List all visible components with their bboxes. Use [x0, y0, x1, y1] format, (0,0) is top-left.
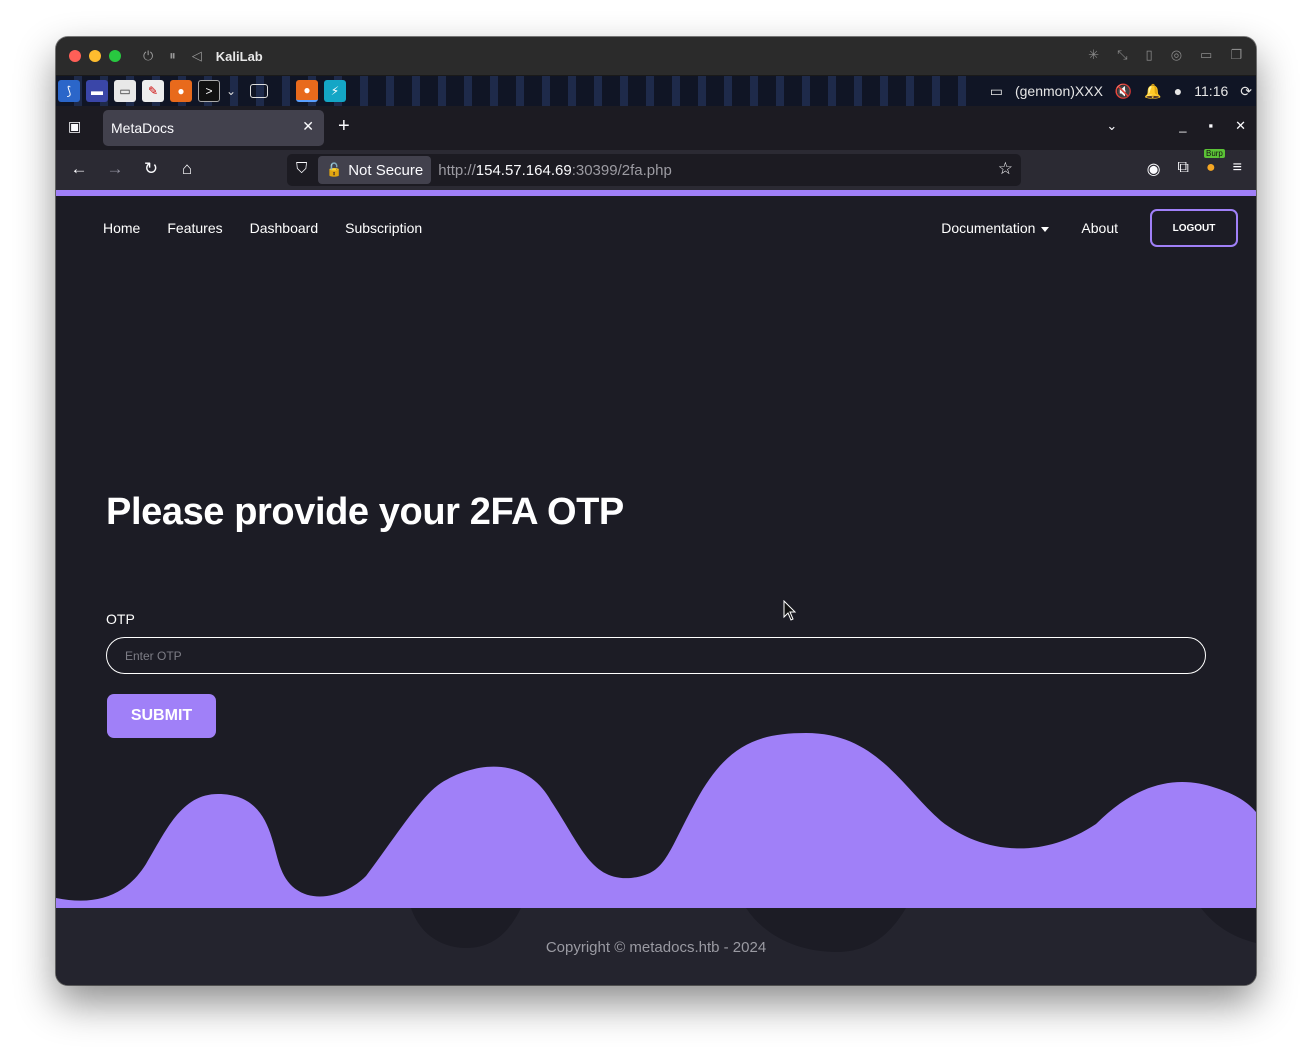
copyright-text: Copyright © metadocs.htb - 2024	[545, 939, 767, 956]
kali-top-panel: ⟆ ▬ ▭ ✎ ● > ⌄ ● ⚡ ▭ (genmon)XXX 🔇 🔔 ● 11…	[56, 76, 1256, 106]
kali-menu-icon[interactable]: ⟆	[58, 80, 80, 102]
url-bar[interactable]: ⛉ 🔓 Not Secure http://154.57.164.69:3039…	[287, 154, 1021, 186]
nav-documentation-label: Documentation	[941, 220, 1036, 236]
spinner-icon[interactable]: ✳	[1088, 47, 1099, 63]
close-browser-icon[interactable]: ✕	[1235, 118, 1246, 134]
mac-title-bar: ⏻ ⏸ ◁ KaliLab ✳ ⤡ ▯ ◎ ▭ ❐	[56, 37, 1256, 76]
clock[interactable]: 11:16	[1194, 83, 1228, 99]
burp-task-icon[interactable]: ⚡	[324, 80, 346, 102]
nav-toolbar: ← → ↻ ⌂ ⛉ 🔓 Not Secure http://154.57.164…	[56, 149, 1256, 190]
caret-down-icon	[1041, 226, 1050, 232]
nav-home[interactable]: Home	[103, 220, 140, 236]
site-nav-right: Documentation About LOGOUT	[941, 209, 1238, 247]
nav-features[interactable]: Features	[167, 220, 222, 236]
logout-button[interactable]: LOGOUT	[1150, 209, 1238, 247]
chevron-down-icon[interactable]: ⌄	[226, 80, 236, 102]
extensions-icon[interactable]: ⧉	[1178, 159, 1189, 179]
back-icon[interactable]: ◁	[192, 48, 202, 64]
page-title: Please provide your 2FA OTP	[106, 491, 624, 533]
menu-icon[interactable]: ≡	[1233, 159, 1242, 179]
window-controls	[69, 50, 121, 62]
url-text[interactable]: http://154.57.164.69:30399/2fa.php	[438, 162, 672, 179]
reload-button[interactable]: ↻	[140, 159, 162, 179]
shield-icon[interactable]: ⛉	[296, 160, 307, 177]
otp-input[interactable]	[106, 637, 1206, 674]
refresh-icon[interactable]: ⟳	[1240, 83, 1252, 100]
new-tab-button[interactable]: +	[338, 115, 350, 138]
maximize-icon[interactable]: ▪	[1208, 118, 1213, 134]
forward-button[interactable]: →	[104, 159, 126, 179]
window-buttons: ⌄ _ ▪ ✕	[1106, 118, 1246, 134]
burp-badge: Burp	[1203, 149, 1225, 158]
bell-icon[interactable]: 🔔	[1144, 83, 1161, 100]
usb-icon[interactable]: ▯	[1146, 47, 1153, 63]
home-button[interactable]: ⌂	[176, 159, 198, 179]
vm-toolbar-right: ✳ ⤡ ▯ ◎ ▭ ❐	[1088, 47, 1242, 63]
submit-button[interactable]: SUBMIT	[107, 694, 216, 738]
nav-dashboard[interactable]: Dashboard	[250, 220, 319, 236]
cursor-arrow	[783, 600, 797, 621]
nav-subscription[interactable]: Subscription	[345, 220, 422, 236]
pause-icon[interactable]: ⏸	[169, 48, 176, 64]
wave-shape	[56, 733, 1256, 916]
power-status-icon[interactable]: ●	[1174, 83, 1182, 99]
terminal-icon[interactable]: >	[198, 80, 220, 102]
mouse-cursor-icon	[783, 600, 797, 621]
back-button[interactable]: ←	[68, 159, 90, 179]
burp-extension-icon[interactable]: ● Burp	[1203, 149, 1225, 179]
otp-label: OTP	[106, 611, 135, 627]
close-window-button[interactable]	[69, 50, 81, 62]
vm-window: ⏻ ⏸ ◁ KaliLab ✳ ⤡ ▯ ◎ ▭ ❐ ⟆ ▬ ▭ ✎ ● > ⌄ …	[56, 37, 1256, 985]
panel-launchers: ⟆ ▬ ▭ ✎ ● > ⌄ ● ⚡	[58, 80, 346, 102]
page-content: Home Features Dashboard Subscription Doc…	[56, 196, 1256, 985]
nav-toolbar-right: ◉ ⧉ ● Burp ≡	[1147, 149, 1242, 179]
monitor-icon: ▭	[989, 82, 1003, 99]
firefox-task-icon[interactable]: ●	[296, 80, 318, 102]
url-scheme: http://	[438, 161, 476, 179]
vm-controls: ⏻ ⏸ ◁	[143, 48, 202, 64]
firefox-view-icon[interactable]: ▣	[68, 118, 81, 135]
window-title: KaliLab	[215, 48, 263, 64]
minimize-window-button[interactable]	[89, 50, 101, 62]
site-nav-left: Home Features Dashboard Subscription	[103, 220, 422, 236]
tab-metadocs[interactable]: MetaDocs ✕	[103, 110, 324, 146]
genmon-text: (genmon)XXX	[1014, 83, 1103, 99]
security-indicator[interactable]: 🔓 Not Secure	[318, 156, 432, 184]
list-tabs-icon[interactable]: ⌄	[1106, 118, 1117, 134]
decorative-wave	[56, 733, 1256, 916]
text-editor-icon[interactable]: ✎	[142, 80, 164, 102]
power-icon[interactable]: ⏻	[143, 48, 153, 64]
workspace-icon[interactable]	[250, 84, 268, 98]
windows-icon[interactable]: ❐	[1230, 47, 1242, 63]
nav-about[interactable]: About	[1081, 220, 1118, 236]
resize-icon[interactable]: ⤡	[1117, 47, 1127, 63]
zoom-window-button[interactable]	[109, 50, 121, 62]
security-label: Not Secure	[348, 161, 424, 179]
firefox-icon[interactable]: ●	[170, 80, 192, 102]
panel-tray: ▭ (genmon)XXX 🔇 🔔 ● 11:16 ⟳	[981, 76, 1252, 106]
desktop-icon[interactable]: ▬	[86, 80, 108, 102]
url-path: :30399/2fa.php	[571, 161, 672, 179]
tab-strip: ▣ MetaDocs ✕ + ⌄ _ ▪ ✕	[56, 106, 1256, 150]
file-manager-icon[interactable]: ▭	[114, 80, 136, 102]
mute-icon[interactable]: 🔇	[1115, 83, 1132, 100]
lock-broken-icon: 🔓	[326, 162, 343, 177]
minimize-icon[interactable]: _	[1179, 118, 1186, 134]
footer-shadow-right	[1201, 908, 1256, 943]
url-host: 154.57.164.69	[475, 161, 572, 179]
close-tab-icon[interactable]: ✕	[302, 118, 314, 135]
nav-documentation[interactable]: Documentation	[941, 220, 1050, 236]
account-icon[interactable]: ◉	[1147, 159, 1161, 179]
bookmark-star-icon[interactable]: ☆	[998, 159, 1013, 179]
network-icon[interactable]: ◎	[1171, 47, 1182, 63]
folder-icon[interactable]: ▭	[1200, 47, 1212, 63]
tab-title: MetaDocs	[111, 120, 175, 136]
